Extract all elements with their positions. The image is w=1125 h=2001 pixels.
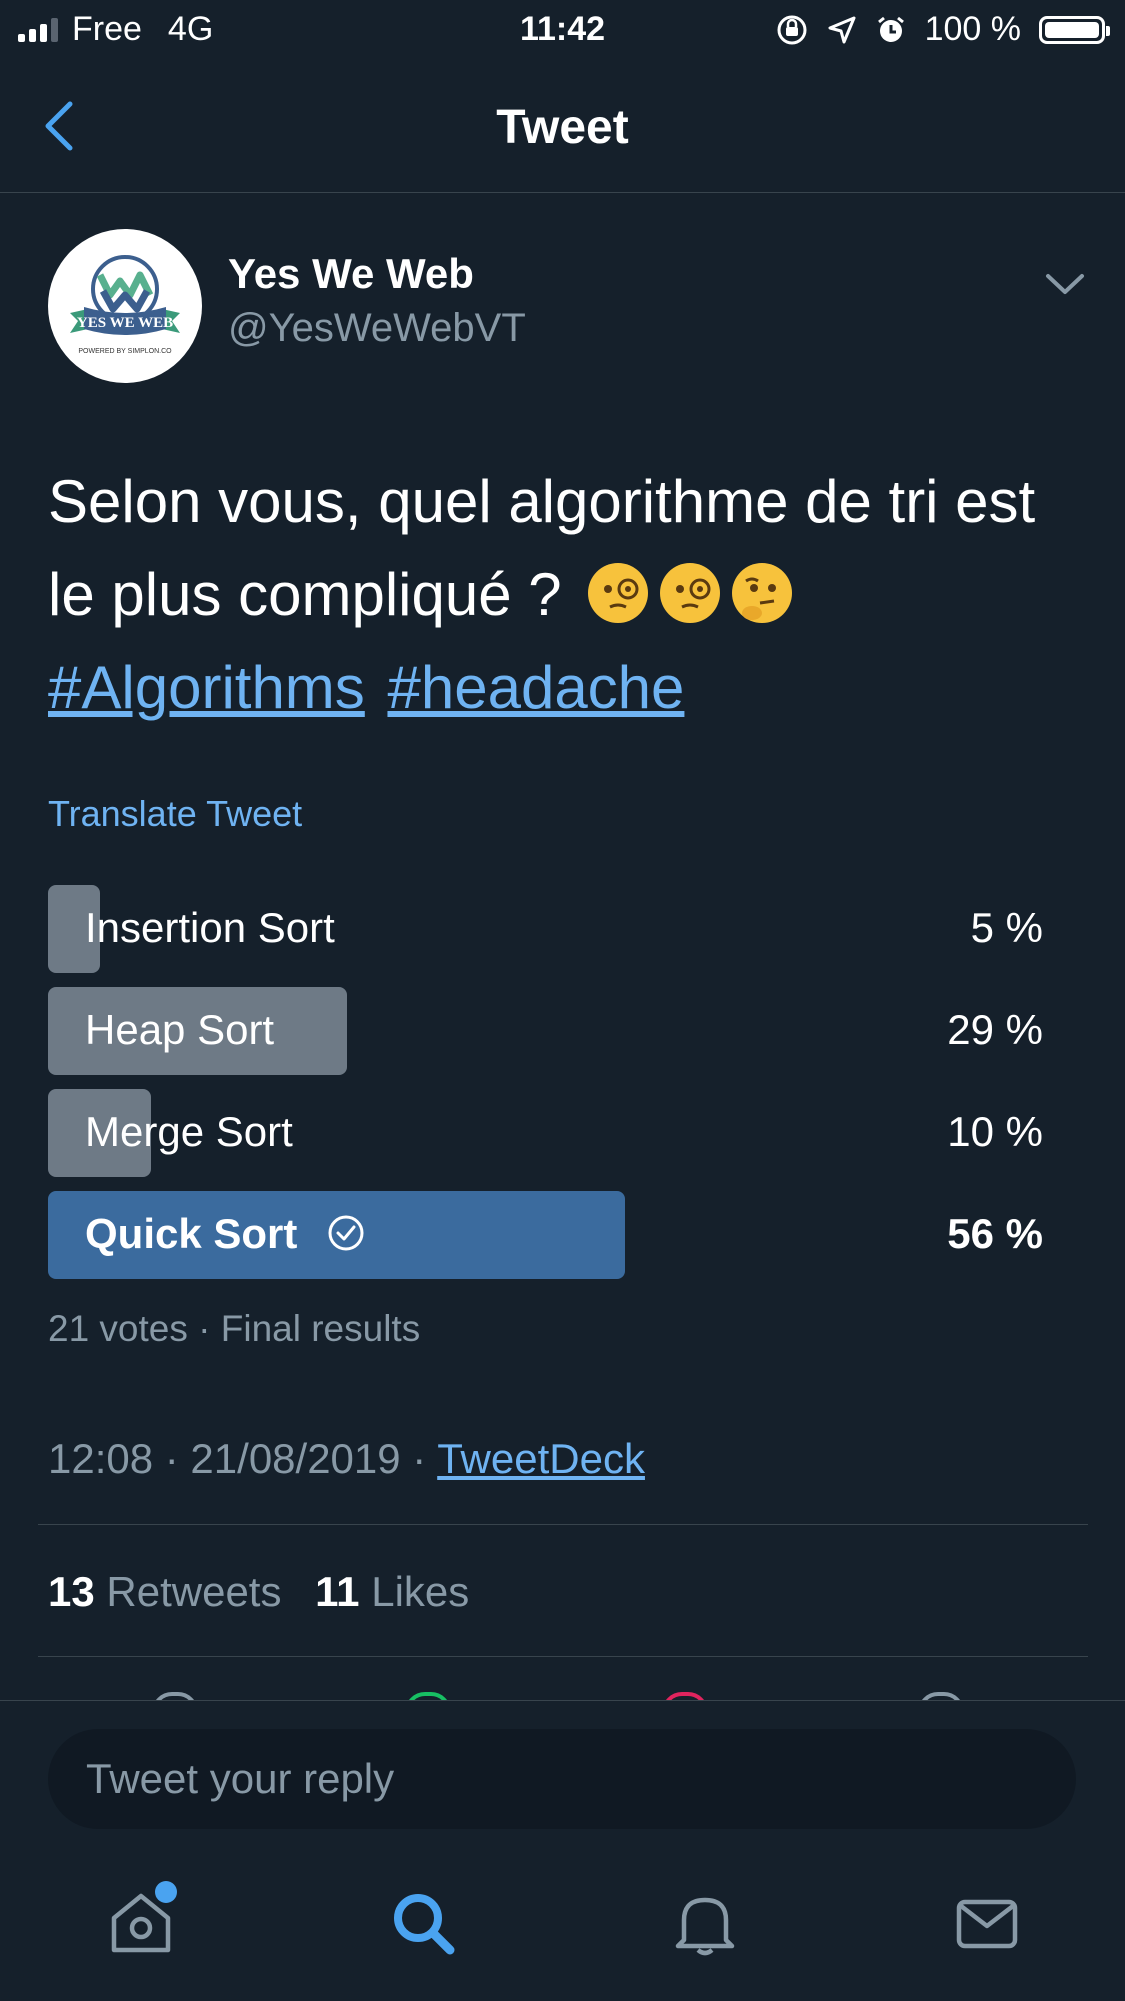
likes-stat[interactable]: 11 Likes: [315, 1568, 469, 1615]
tab-notifications[interactable]: [670, 1888, 740, 1958]
poll-meta: 21 votes · Final results: [48, 1308, 421, 1349]
divider: [38, 1524, 1088, 1525]
poll-option-winner: Quick Sort 56 %: [48, 1191, 1043, 1279]
avatar[interactable]: YES WE WEB POWERED BY SIMPLON.CO: [48, 229, 202, 383]
tweet-actions: [0, 1660, 1125, 1700]
bell-icon: [675, 1897, 735, 1956]
battery-percent: 100 %: [924, 10, 1021, 48]
tab-messages[interactable]: [952, 1888, 1022, 1958]
home-notification-dot: [155, 1881, 177, 1903]
chevron-down-icon: [1046, 274, 1084, 294]
poll-option-label: Heap Sort: [85, 1006, 275, 1053]
poll-option-percent: 56 %: [947, 1210, 1043, 1257]
poll-option: Merge Sort 10 %: [48, 1089, 1043, 1177]
thinking-face-emoji-icon: [732, 563, 793, 623]
svg-text:POWERED BY SIMPLON.CO: POWERED BY SIMPLON.CO: [78, 348, 172, 355]
reply-icon[interactable]: [152, 1692, 198, 1700]
location-icon: [828, 16, 856, 43]
battery-icon: [1039, 15, 1110, 44]
share-icon[interactable]: [918, 1692, 964, 1700]
poll-option-percent: 10 %: [947, 1108, 1043, 1155]
retweet-icon[interactable]: [405, 1692, 451, 1700]
likes-count: 11: [315, 1568, 360, 1615]
reply-input[interactable]: [48, 1729, 1076, 1829]
poll-option-percent: 29 %: [947, 1006, 1043, 1053]
tweet-text: Selon vous, quel algorithme de tri est l…: [48, 455, 1088, 734]
poll-option: Insertion Sort 5 %: [48, 885, 1043, 973]
tweet-text-line2: le plus compliqué ?: [48, 561, 562, 628]
poll-option-label: Insertion Sort: [85, 904, 335, 951]
monocle-face-emoji-icon: [588, 563, 649, 623]
poll-option-label-winner: Quick Sort: [85, 1210, 365, 1258]
search-icon: [394, 1894, 455, 1955]
yes-we-web-logo: YES WE WEB POWERED BY SIMPLON.CO: [70, 255, 180, 355]
tweet-text-line1: Selon vous, quel algorithme de tri est: [48, 468, 1036, 535]
translate-tweet-link[interactable]: Translate Tweet: [48, 793, 302, 835]
author-name[interactable]: Yes We Web: [228, 250, 474, 298]
tweet-detail-screen: Free 4G 11:42 100 % Tweet YES WE WEB POW…: [0, 0, 1125, 2001]
page-title: Tweet: [496, 101, 629, 154]
status-right: 100 %: [775, 10, 1110, 49]
timestamp-text: 12:08 · 21/08/2019 ·: [48, 1435, 438, 1482]
source-link[interactable]: TweetDeck: [437, 1435, 645, 1482]
engagement-stats: 13 Retweets 11 Likes: [48, 1568, 469, 1616]
retweets-count: 13: [48, 1568, 95, 1615]
tweet-timestamp: 12:08 · 21/08/2019 · TweetDeck: [48, 1435, 645, 1483]
check-circle-icon: [328, 1215, 364, 1251]
alarm-icon: [877, 16, 904, 42]
nav-bar: Tweet: [0, 62, 1125, 193]
hashtag-link[interactable]: #Algorithms: [48, 654, 365, 721]
monocle-face-emoji-icon: [660, 563, 721, 623]
likes-label: Likes: [371, 1568, 470, 1615]
poll-option-label: Quick Sort: [85, 1210, 298, 1257]
tab-search[interactable]: [388, 1888, 458, 1958]
tweet-options-button[interactable]: [1040, 268, 1090, 300]
heart-icon[interactable]: [662, 1692, 708, 1700]
author-handle[interactable]: @YesWeWebVT: [228, 306, 526, 351]
poll-option-label: Merge Sort: [85, 1108, 293, 1155]
divider: [38, 1656, 1088, 1657]
poll-option: Heap Sort 29 %: [48, 987, 1043, 1075]
retweets-label: Retweets: [106, 1568, 282, 1615]
status-bar: Free 4G 11:42 100 %: [0, 0, 1125, 62]
retweets-stat[interactable]: 13 Retweets: [48, 1568, 281, 1615]
svg-text:YES WE WEB: YES WE WEB: [77, 315, 173, 331]
poll-option-percent: 5 %: [970, 904, 1043, 951]
hashtag-link[interactable]: #headache: [387, 654, 684, 721]
mail-icon: [956, 1899, 1018, 1949]
rotation-lock-icon: [777, 15, 807, 44]
